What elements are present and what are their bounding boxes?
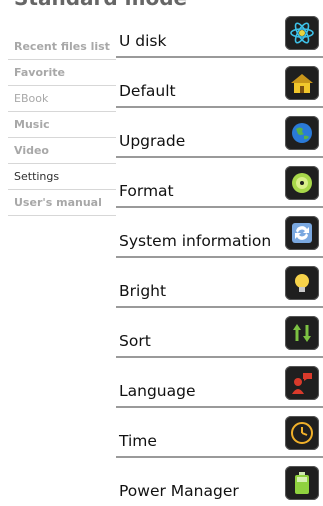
- settings-row-sort[interactable]: Sort: [116, 308, 323, 358]
- settings-list: U disk Default Upgrade Format System inf…: [116, 8, 323, 506]
- settings-row-label: Upgrade: [119, 132, 186, 150]
- menu-item-video[interactable]: Video: [8, 138, 116, 164]
- settings-row-u-disk[interactable]: U disk: [116, 8, 323, 58]
- clock-icon: [285, 416, 319, 450]
- settings-row-language[interactable]: Language: [116, 358, 323, 408]
- settings-row-label: Sort: [119, 332, 151, 350]
- battery-icon: [285, 466, 319, 500]
- menu-item-settings[interactable]: Settings: [8, 164, 116, 190]
- menu-item-music[interactable]: Music: [8, 112, 116, 138]
- settings-row-label: Bright: [119, 282, 167, 300]
- settings-row-label: Language: [119, 382, 196, 400]
- settings-row-power-manager[interactable]: Power Manager: [116, 458, 323, 506]
- speaking-person-icon: [285, 366, 319, 400]
- globe-icon: [285, 116, 319, 150]
- sort-arrows-icon: [285, 316, 319, 350]
- menu-item-favorite[interactable]: Favorite: [8, 60, 116, 86]
- left-menu: Recent files list Favorite EBook Music V…: [8, 34, 116, 216]
- bulb-icon: [285, 266, 319, 300]
- settings-row-label: Format: [119, 182, 174, 200]
- settings-row-default[interactable]: Default: [116, 58, 323, 108]
- settings-row-label: Time: [119, 432, 157, 450]
- menu-item-users-manual[interactable]: User's manual: [8, 190, 116, 216]
- settings-row-label: System information: [119, 232, 272, 250]
- settings-row-upgrade[interactable]: Upgrade: [116, 108, 323, 158]
- house-icon: [285, 66, 319, 100]
- settings-row-label: Power Manager: [119, 482, 239, 500]
- disc-icon: [285, 166, 319, 200]
- menu-item-recent-files[interactable]: Recent files list: [8, 34, 116, 60]
- settings-row-label: Default: [119, 82, 176, 100]
- settings-row-time[interactable]: Time: [116, 408, 323, 458]
- atom-icon: [285, 16, 319, 50]
- menu-item-ebook[interactable]: EBook: [8, 86, 116, 112]
- settings-row-format[interactable]: Format: [116, 158, 323, 208]
- settings-row-system-information[interactable]: System information: [116, 208, 323, 258]
- settings-row-bright[interactable]: Bright: [116, 258, 323, 308]
- sync-icon: [285, 216, 319, 250]
- settings-row-label: U disk: [119, 32, 167, 50]
